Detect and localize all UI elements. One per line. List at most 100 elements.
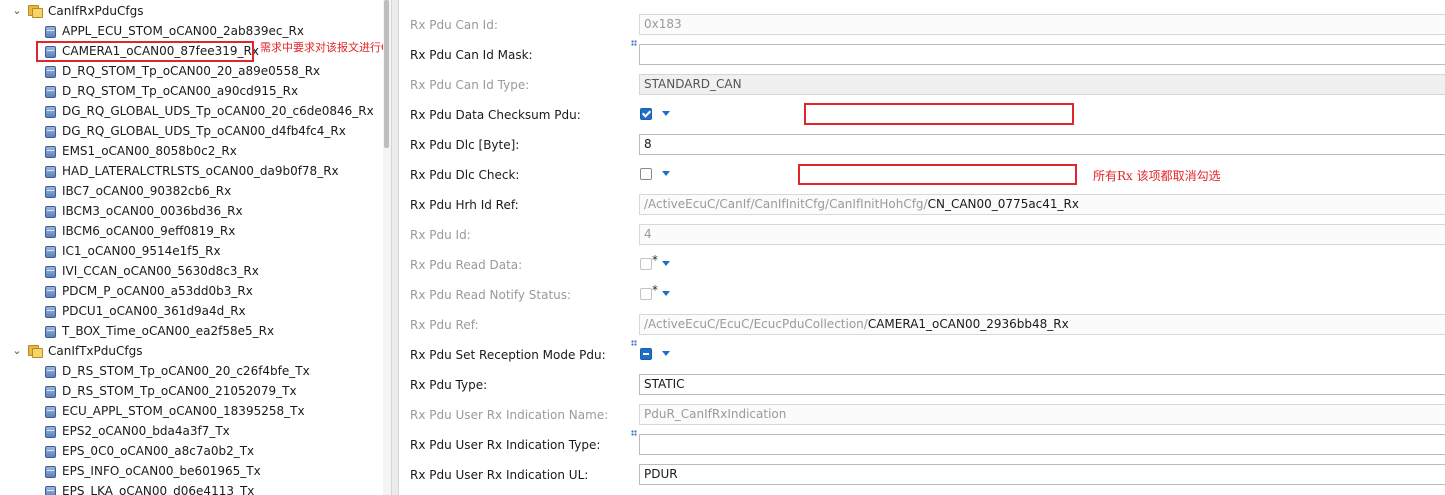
- chevron-down-icon[interactable]: [662, 291, 670, 296]
- pdu-icon: [45, 286, 56, 298]
- read-data-label: Rx Pdu Read Data:: [410, 258, 523, 272]
- tree-item-label: D_RS_STOM_Tp_oCAN00_20_c26f4bfe_Tx: [62, 364, 310, 378]
- pdu-icon: [45, 206, 56, 218]
- can-id-field[interactable]: 0x183: [639, 14, 1445, 35]
- pdu-icon: [45, 366, 56, 378]
- scrollbar-thumb[interactable]: [384, 0, 389, 148]
- indication-ul-label: Rx Pdu User Rx Indication UL:: [410, 468, 589, 482]
- can-id-mask-label: Rx Pdu Can Id Mask:: [410, 48, 533, 62]
- tree-folder-label: CanIfRxPduCfgs: [48, 4, 144, 18]
- checksum-highlight: [804, 103, 1074, 125]
- tree-item-label: APPL_ECU_STOM_oCAN00_2ab839ec_Rx: [62, 24, 304, 38]
- multi-value-icon: [631, 430, 637, 436]
- row-reception-mode: Rx Pdu Set Reception Mode Pdu:: [399, 340, 1445, 370]
- tree-item-label: IBC7_oCAN00_90382cb6_Rx: [62, 184, 232, 198]
- selected-note: 需求中要求对该报文进行CRC校验: [260, 41, 383, 54]
- pane-splitter[interactable]: [391, 0, 399, 495]
- dlc-check-label: Rx Pdu Dlc Check:: [410, 168, 520, 182]
- read-data-checkbox[interactable]: [640, 258, 652, 270]
- multi-value-icon: [631, 40, 637, 46]
- indication-ul-field[interactable]: PDUR: [639, 464, 1445, 485]
- tree-item-label: ECU_APPL_STOM_oCAN00_18395258_Tx: [62, 404, 305, 418]
- project-tree: ⌄ CanIfRxPduCfgs APPL_ECU_STOM_oCAN00_2a…: [0, 0, 383, 495]
- indication-name-label: Rx Pdu User Rx Indication Name:: [410, 408, 609, 422]
- row-indication-ul: Rx Pdu User Rx Indication UL: PDUR: [399, 460, 1445, 490]
- pdu-icon: [45, 266, 56, 278]
- pdu-icon: [45, 486, 56, 495]
- pdu-icon: [45, 106, 56, 118]
- row-read-data: Rx Pdu Read Data: *: [399, 250, 1445, 280]
- can-id-type-field[interactable]: STANDARD_CAN: [639, 74, 1445, 95]
- chevron-down-icon[interactable]: [662, 171, 670, 176]
- row-can-id: Rx Pdu Can Id: 0x183: [399, 10, 1445, 40]
- hrh-label: Rx Pdu Hrh Id Ref:: [410, 198, 519, 212]
- dlc-check-checkbox[interactable]: [640, 168, 652, 180]
- chevron-down-icon[interactable]: [662, 111, 670, 116]
- pdu-ref-label: Rx Pdu Ref:: [410, 318, 479, 332]
- properties-form: Rx Pdu Can Id: 0x183 Rx Pdu Can Id Mask:…: [399, 0, 1445, 495]
- pdu-icon: [45, 326, 56, 338]
- row-pdu-ref: Rx Pdu Ref: /ActiveEcuC/EcuC/EcucPduColl…: [399, 310, 1445, 340]
- read-notify-checkbox[interactable]: [640, 288, 652, 300]
- dlc-field[interactable]: 8: [639, 134, 1445, 155]
- pdu-type-field[interactable]: STATIC: [639, 374, 1445, 395]
- read-notify-label: Rx Pdu Read Notify Status:: [410, 288, 572, 302]
- can-id-type-label: Rx Pdu Can Id Type:: [410, 78, 530, 92]
- row-pdu-id: Rx Pdu Id: 4: [399, 220, 1445, 250]
- pdu-icon: [45, 386, 56, 398]
- row-pdu-type: Rx Pdu Type: STATIC: [399, 370, 1445, 400]
- tree-item-label: D_RS_STOM_Tp_oCAN00_21052079_Tx: [62, 384, 297, 398]
- chevron-down-icon[interactable]: [662, 351, 670, 356]
- tree-item-label: IBCM3_oCAN00_0036bd36_Rx: [62, 204, 243, 218]
- can-id-label: Rx Pdu Can Id:: [410, 18, 498, 32]
- tree-item-label: DG_RQ_GLOBAL_UDS_Tp_oCAN00_d4fb4fc4_Rx: [62, 124, 346, 138]
- tree-item-label: PDCU1_oCAN00_361d9a4d_Rx: [62, 304, 246, 318]
- tree-item-label: IC1_oCAN00_9514e1f5_Rx: [62, 244, 221, 258]
- pdu-id-field[interactable]: 4: [639, 224, 1445, 245]
- pdu-icon: [45, 126, 56, 138]
- tree-item-label: EPS_LKA_oCAN00_d06e4113_Tx: [62, 484, 255, 495]
- hrh-field[interactable]: /ActiveEcuC/CanIf/CanIfInitCfg/CanIfInit…: [639, 194, 1445, 215]
- row-dlc: Rx Pdu Dlc [Byte]: 8: [399, 130, 1445, 160]
- pdu-icon: [45, 166, 56, 178]
- tree-folder-label: CanIfTxPduCfgs: [48, 344, 143, 358]
- hrh-name: CN_CAN00_0775ac41_Rx: [927, 197, 1079, 211]
- pdu-icon: [45, 146, 56, 158]
- chevron-down-icon[interactable]: ⌄: [10, 341, 24, 361]
- checksum-checkbox[interactable]: [640, 108, 652, 120]
- tree-item-label: D_RQ_STOM_Tp_oCAN00_20_a89e0558_Rx: [62, 64, 321, 78]
- dlc-check-note: 所有Rx 该项都取消勾选: [1093, 169, 1221, 183]
- pdu-type-label: Rx Pdu Type:: [410, 378, 488, 392]
- selected-item-highlight: [36, 41, 254, 62]
- tree-item-label: IBCM6_oCAN00_9eff0819_Rx: [62, 224, 236, 238]
- chevron-down-icon[interactable]: [662, 261, 670, 266]
- row-can-id-type: Rx Pdu Can Id Type: STANDARD_CAN: [399, 70, 1445, 100]
- tree-item-label: HAD_LATERALCTRLSTS_oCAN00_da9b0f78_Rx: [62, 164, 339, 178]
- tree-item-label: T_BOX_Time_oCAN00_ea2f58e5_Rx: [62, 324, 275, 338]
- chevron-down-icon[interactable]: ⌄: [10, 1, 24, 21]
- pdu-ref-path: /ActiveEcuC/EcuC/EcucPduCollection/: [644, 317, 868, 331]
- hrh-path: /ActiveEcuC/CanIf/CanIfInitCfg/CanIfInit…: [644, 197, 928, 211]
- tree-item-label: PDCM_P_oCAN00_a53dd0b3_Rx: [62, 284, 253, 298]
- tree-scrollbar[interactable]: [383, 0, 391, 495]
- pdu-icon: [45, 226, 56, 238]
- row-hrh-ref: Rx Pdu Hrh Id Ref: /ActiveEcuC/CanIf/Can…: [399, 190, 1445, 220]
- pdu-icon: [45, 426, 56, 438]
- row-read-notify: Rx Pdu Read Notify Status: *: [399, 280, 1445, 310]
- indication-name-field[interactable]: PduR_CanIfRxIndication: [639, 404, 1445, 425]
- checksum-label: Rx Pdu Data Checksum Pdu:: [410, 108, 581, 122]
- tree-item-label: EPS_INFO_oCAN00_be601965_Tx: [62, 464, 261, 478]
- dlc-label: Rx Pdu Dlc [Byte]:: [410, 138, 520, 152]
- pdu-id-label: Rx Pdu Id:: [410, 228, 471, 242]
- pdu-icon: [45, 186, 56, 198]
- can-id-mask-field[interactable]: [639, 44, 1445, 65]
- pdu-icon: [45, 446, 56, 458]
- reception-mode-checkbox[interactable]: [640, 348, 652, 360]
- row-indication-name: Rx Pdu User Rx Indication Name: PduR_Can…: [399, 400, 1445, 430]
- pdu-ref-name: CAMERA1_oCAN00_2936bb48_Rx: [867, 317, 1069, 331]
- indication-type-field[interactable]: [639, 434, 1445, 455]
- pdu-ref-field[interactable]: /ActiveEcuC/EcuC/EcucPduCollection/CAMER…: [639, 314, 1445, 335]
- indication-type-label: Rx Pdu User Rx Indication Type:: [410, 438, 601, 452]
- tree-item-label: EPS_0C0_oCAN00_a8c7a0b2_Tx: [62, 444, 255, 458]
- tree-item-label: DG_RQ_GLOBAL_UDS_Tp_oCAN00_20_c6de0846_R…: [62, 104, 374, 118]
